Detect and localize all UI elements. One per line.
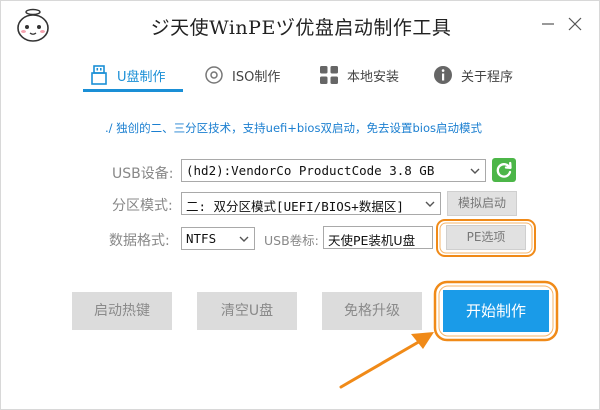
- info-icon: [433, 65, 453, 85]
- close-icon[interactable]: [564, 13, 586, 35]
- usb-icon: [89, 65, 109, 85]
- partition-mode-select[interactable]: 二: 双分区模式[UEFI/BIOS+数据区]: [181, 192, 441, 215]
- feature-description: ./ 独创的二、三分区技术，支持uefi+bios双启动，免去设置bios启动模…: [105, 121, 482, 135]
- tab-local-install[interactable]: 本地安装: [319, 57, 399, 93]
- usb-volume-input[interactable]: 天使PE装机U盘: [323, 226, 433, 249]
- format-free-upgrade-button[interactable]: 免格升级: [322, 292, 422, 330]
- tab-label: 关于程序: [461, 69, 514, 85]
- tab-bar: U盘制作 ISO制作 本地安装 关于程序: [1, 57, 600, 93]
- data-format-select[interactable]: NTFS: [181, 227, 255, 250]
- partition-mode-value: 二: 双分区模式[UEFI/BIOS+数据区]: [186, 199, 404, 214]
- minimize-icon[interactable]: [537, 13, 559, 35]
- active-tab-indicator: [83, 89, 183, 92]
- data-format-label: 数据格式:: [109, 233, 170, 249]
- refresh-icon: [496, 161, 512, 178]
- partition-mode-label: 分区模式:: [112, 198, 173, 214]
- annotation-arrow-head: [411, 332, 434, 349]
- boot-hotkey-button[interactable]: 启动热键: [72, 292, 172, 330]
- tab-label: ISO制作: [232, 69, 281, 85]
- tab-label: 本地安装: [347, 69, 400, 85]
- grid-icon: [319, 65, 339, 85]
- usb-device-label: USB设备:: [112, 166, 174, 182]
- chevron-down-icon: [470, 168, 480, 174]
- disc-icon: [204, 65, 224, 85]
- chevron-down-icon: [425, 201, 435, 207]
- tab-usb-make[interactable]: U盘制作: [89, 57, 166, 93]
- simulate-boot-button[interactable]: 模拟启动: [447, 191, 517, 216]
- start-make-button[interactable]: 开始制作: [443, 290, 549, 332]
- clear-usb-button[interactable]: 清空U盘: [197, 292, 297, 330]
- chevron-down-icon: [239, 236, 249, 242]
- usb-device-value: (hd2):VendorCo ProductCode 3.8 GB: [186, 163, 435, 178]
- window-title: ジ天使WinPEヅ优盘启动制作工具: [150, 17, 452, 39]
- usb-volume-label: USB卷标:: [264, 233, 319, 248]
- annotation-arrow-shaft: [339, 338, 424, 389]
- pe-options-button[interactable]: PE选项: [446, 225, 526, 250]
- app-window: ジ天使WinPEヅ优盘启动制作工具 U盘制作 ISO制作 本地安装 关于程序 .…: [0, 0, 600, 410]
- title-bar: ジ天使WinPEヅ优盘启动制作工具: [1, 1, 600, 49]
- refresh-button[interactable]: [492, 158, 516, 182]
- usb-device-select[interactable]: (hd2):VendorCo ProductCode 3.8 GB: [181, 159, 486, 182]
- tab-label: U盘制作: [117, 69, 166, 85]
- tab-about[interactable]: 关于程序: [433, 57, 513, 93]
- data-format-value: NTFS: [186, 231, 217, 246]
- tab-iso-make[interactable]: ISO制作: [204, 57, 280, 93]
